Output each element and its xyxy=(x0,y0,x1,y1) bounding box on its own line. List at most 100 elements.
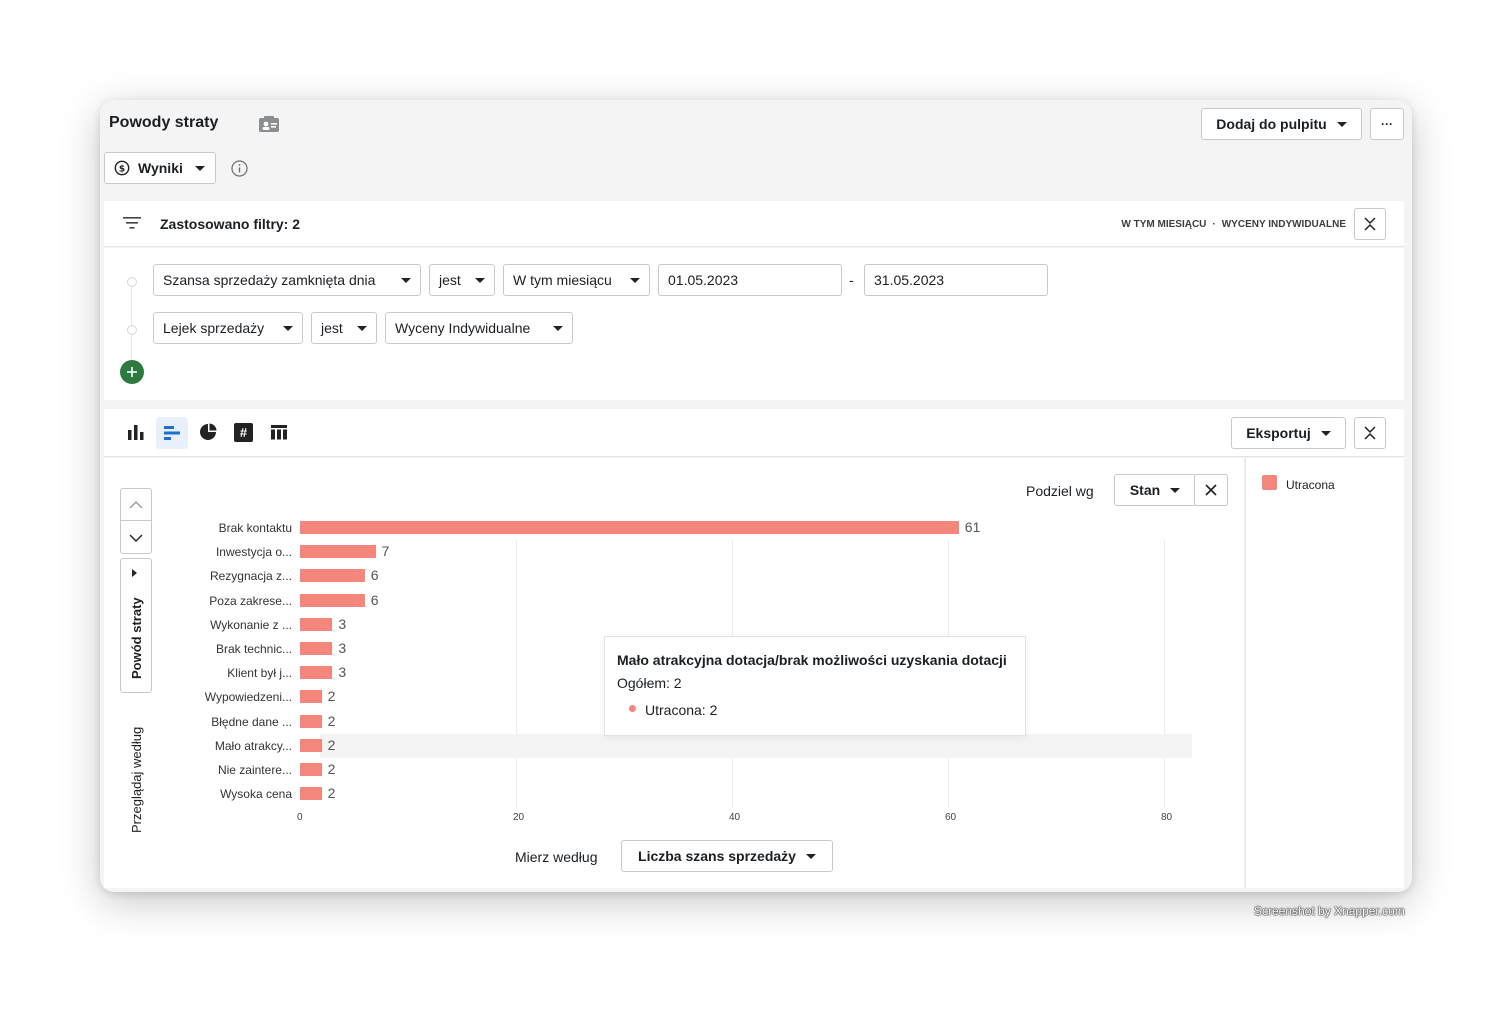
caret-down-icon xyxy=(553,325,563,331)
tooltip-series: Utracona: 2 xyxy=(645,702,718,718)
filter-tags: W TYM MIESIĄCU · WYCENY INDYWIDUALNE xyxy=(1121,219,1346,230)
filter-tag-separator: · xyxy=(1212,219,1216,230)
category-label[interactable]: Rezygnacja z... xyxy=(152,569,292,583)
filter1-date-to-input[interactable]: 31.05.2023 xyxy=(864,264,1048,296)
category-label[interactable]: Klient był j... xyxy=(152,666,292,680)
tooltip-series-dot xyxy=(629,705,636,712)
add-filter-button[interactable] xyxy=(120,360,144,384)
filter2-value-select[interactable]: Wyceny Indywidualne xyxy=(385,312,573,344)
bar-value-label: 2 xyxy=(327,688,336,705)
category-label[interactable]: Poza zakrese... xyxy=(152,594,292,608)
grid-line xyxy=(1164,540,1165,808)
bar[interactable] xyxy=(300,545,376,559)
plus-icon xyxy=(127,367,137,377)
caret-down-icon xyxy=(1320,430,1331,436)
filter-tag-pipeline: WYCENY INDYWIDUALNE xyxy=(1221,219,1346,230)
grid-line xyxy=(516,540,517,808)
chart-tooltip: Mało atrakcyjna dotacja/brak możliwości … xyxy=(604,636,1026,736)
filter2-field-label: Lejek sprzedaży xyxy=(163,320,265,336)
hover-row-highlight xyxy=(320,733,1192,758)
report-window: Powody straty Dodaj do pulpitu ··· $ Wyn… xyxy=(100,100,1412,892)
bar-value-label: 61 xyxy=(964,519,981,535)
measure-by-select[interactable]: Liczba szans sprzedaży xyxy=(621,840,833,872)
bar[interactable] xyxy=(300,617,333,631)
bar[interactable] xyxy=(300,763,322,776)
bar[interactable] xyxy=(300,690,322,704)
category-label[interactable]: Brak kontaktu xyxy=(152,521,292,535)
table-view-icon[interactable] xyxy=(270,423,288,441)
add-to-dashboard-button[interactable]: Dodaj do pulpitu xyxy=(1201,108,1362,140)
collapse-chart-button[interactable] xyxy=(1354,417,1386,449)
number-chart-icon[interactable]: # xyxy=(234,423,253,442)
bar[interactable] xyxy=(300,714,322,728)
bar-chart-tab-active[interactable] xyxy=(156,417,188,449)
filter1-date-from-input[interactable]: 01.05.2023 xyxy=(658,264,842,296)
more-options-button[interactable]: ··· xyxy=(1370,108,1404,140)
bar-value-label: 2 xyxy=(327,785,336,802)
x-tick-label: 60 xyxy=(945,812,957,823)
caret-down-icon xyxy=(194,165,205,171)
dollar-circle-icon: $ xyxy=(114,160,130,176)
caret-down-icon xyxy=(630,277,640,283)
pie-chart-icon[interactable] xyxy=(199,423,217,441)
info-icon[interactable] xyxy=(231,160,248,177)
tooltip-title: Mało atrakcyjna dotacja/brak możliwości … xyxy=(617,652,1007,668)
filter1-date-to-value: 31.05.2023 xyxy=(874,272,945,288)
filter2-operator-select[interactable]: jest xyxy=(311,312,377,344)
filter2-value-label: Wyceny Indywidualne xyxy=(395,320,531,336)
column-chart-icon[interactable] xyxy=(126,423,146,441)
x-tick-label: 0 xyxy=(297,812,303,823)
bar[interactable] xyxy=(300,642,333,655)
caret-down-icon xyxy=(1336,121,1347,127)
filter-row-marker xyxy=(127,325,137,335)
page-title: Powody straty xyxy=(109,114,219,131)
filter-icon[interactable] xyxy=(122,215,142,231)
category-label[interactable]: Wypowiedzeni... xyxy=(152,690,292,704)
filter-tag-month: W TYM MIESIĄCU xyxy=(1121,219,1207,230)
collapse-icon xyxy=(1364,426,1376,440)
filter1-operator-select[interactable]: jest xyxy=(429,264,495,296)
bar-value-label: 3 xyxy=(338,640,347,656)
filter1-field-label: Szansa sprzedaży zamknięta dnia xyxy=(163,272,376,288)
category-label[interactable]: Nie zaintere... xyxy=(152,763,292,777)
category-label[interactable]: Błędne dane ... xyxy=(152,715,292,729)
category-label[interactable]: Wykonanie z ... xyxy=(152,618,292,632)
category-label[interactable]: Wysoka cena xyxy=(152,787,292,801)
date-range-dash: - xyxy=(849,272,854,288)
bar[interactable] xyxy=(300,738,322,752)
chart-toolbar: # Eksportuj xyxy=(104,409,1404,457)
x-tick-label: 20 xyxy=(513,812,525,823)
bar-value-label: 3 xyxy=(338,664,347,681)
chart-area: Powód straty Przeglądaj według Podziel w… xyxy=(104,458,1244,888)
category-label[interactable]: Mało atrakcy... xyxy=(152,739,292,753)
watermark: Screenshot by Xnapper.com xyxy=(1254,904,1405,918)
bar[interactable] xyxy=(300,569,365,583)
filters-header: Zastosowano filtry: 2 W TYM MIESIĄCU · W… xyxy=(104,201,1404,247)
legend-panel: Utracona xyxy=(1245,458,1404,888)
legend-label[interactable]: Utracona xyxy=(1286,478,1335,492)
contacts-card-icon[interactable] xyxy=(258,115,280,133)
filter2-field-select[interactable]: Lejek sprzedaży xyxy=(153,312,303,344)
bar[interactable] xyxy=(300,521,959,534)
category-label[interactable]: Brak technic... xyxy=(152,642,292,656)
export-button[interactable]: Eksportuj xyxy=(1231,417,1346,449)
filters-body: Szansa sprzedaży zamknięta dnia jest W t… xyxy=(104,248,1404,400)
bar-value-label: 6 xyxy=(370,567,379,584)
bar[interactable] xyxy=(300,787,322,801)
collapse-filters-button[interactable] xyxy=(1354,208,1386,240)
more-dots-icon: ··· xyxy=(1381,117,1393,131)
category-label[interactable]: Inwestycja o... xyxy=(152,545,292,559)
measure-by-value: Liczba szans sprzedaży xyxy=(638,848,796,864)
x-tick-label: 80 xyxy=(1161,812,1173,823)
filter1-field-select[interactable]: Szansa sprzedaży zamknięta dnia xyxy=(153,264,421,296)
bar-chart-icon xyxy=(164,426,180,440)
bar[interactable] xyxy=(300,666,333,680)
caret-down-icon xyxy=(805,853,816,859)
legend-swatch[interactable] xyxy=(1262,475,1277,490)
collapse-icon xyxy=(1364,217,1376,231)
caret-down-icon xyxy=(401,277,411,283)
x-tick-label: 40 xyxy=(729,812,741,823)
filter1-range-select[interactable]: W tym miesiącu xyxy=(503,264,650,296)
bar[interactable] xyxy=(300,593,365,607)
results-dropdown[interactable]: $ Wyniki xyxy=(104,152,216,184)
